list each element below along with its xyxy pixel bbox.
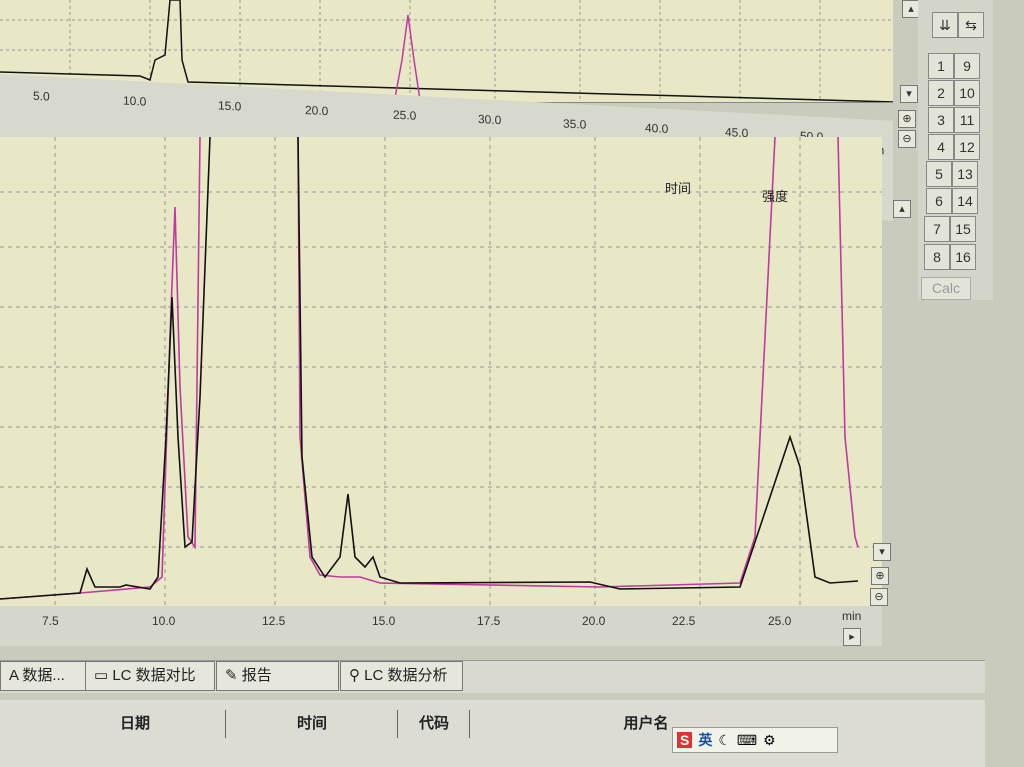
trace-button[interactable]: 3 — [928, 107, 954, 133]
report-icon: ✎ — [225, 667, 242, 684]
tab-label: LC 数据分析 — [364, 667, 448, 684]
main-x-axis: 7.5 10.0 12.5 15.0 17.5 20.0 22.5 25.0 m… — [0, 606, 882, 646]
overview-tick-label: 5.0 — [33, 89, 50, 104]
zoom-out-icon[interactable]: ⊖ — [870, 588, 888, 606]
main-tick-label: 12.5 — [262, 614, 286, 628]
moon-icon: ☾ — [718, 731, 731, 748]
trace-button[interactable]: 13 — [952, 161, 978, 187]
trace-button[interactable]: 1 — [928, 53, 954, 79]
trace-button[interactable]: 10 — [954, 80, 980, 106]
trace-button[interactable]: 11 — [954, 107, 980, 133]
settings-icon: ⚙ — [763, 731, 776, 748]
series-black — [0, 136, 859, 600]
tab-lc-compare[interactable]: ▭ LC 数据对比 — [85, 661, 215, 691]
scroll-down-button[interactable]: ▾ — [900, 85, 918, 103]
scroll-up-button[interactable]: ▴ — [893, 200, 911, 218]
overview-tick-label: 25.0 — [393, 108, 417, 123]
trace-button[interactable]: 15 — [950, 216, 976, 242]
trace-button[interactable]: 5 — [926, 161, 952, 187]
series-magenta — [0, 136, 859, 600]
overview-tick-label: 15.0 — [218, 98, 242, 113]
overview-tick-label: 30.0 — [478, 112, 502, 127]
column-date[interactable]: 日期 — [45, 710, 226, 738]
tab-label: 报告 — [241, 667, 272, 684]
trace-button[interactable]: 6 — [926, 188, 952, 214]
header-time-label: 时间 — [665, 181, 691, 196]
ime-toolbar[interactable]: S 英 ☾ ⌨ ⚙ — [672, 727, 838, 753]
scroll-down-button[interactable]: ▾ — [873, 543, 891, 561]
ime-language[interactable]: 英 — [698, 730, 712, 750]
chart-icon: ▭ — [94, 667, 113, 684]
main-tick-label: 17.5 — [477, 614, 501, 628]
trace-button[interactable]: 16 — [950, 244, 976, 270]
tab-bar: A 数据... ▭ LC 数据对比 ✎ 报告 ⚲ LC 数据分析 — [0, 660, 985, 693]
main-tick-label: 10.0 — [152, 614, 176, 628]
trace-button[interactable]: 12 — [954, 134, 980, 160]
main-tick-label: 20.0 — [582, 614, 606, 628]
header-intensity-label: 强度 — [762, 189, 788, 204]
overview-tick-label: 40.0 — [645, 121, 669, 136]
analysis-icon: ⚲ — [349, 667, 365, 684]
zoom-in-icon[interactable]: ⊕ — [871, 567, 889, 585]
calc-button[interactable]: Calc — [921, 277, 971, 300]
trace-button[interactable]: 14 — [952, 188, 978, 214]
main-tick-label: 15.0 — [372, 614, 396, 628]
trace-button[interactable]: 8 — [924, 244, 950, 270]
tab-lc-analysis[interactable]: ⚲ LC 数据分析 — [340, 661, 463, 691]
overview-tick-label: 35.0 — [563, 117, 587, 132]
swap-icon[interactable]: ⇆ — [958, 12, 984, 38]
overview-tick-label: 10.0 — [123, 93, 147, 108]
trace-button[interactable]: 9 — [954, 53, 980, 79]
sort-down-icon[interactable]: ⇊ — [932, 12, 958, 38]
main-tick-label: 25.0 — [768, 614, 792, 628]
main-tick-label: 22.5 — [672, 614, 696, 628]
column-time[interactable]: 时间 — [227, 710, 398, 738]
main-unit: min — [842, 609, 861, 623]
overview-tick-label: 20.0 — [305, 103, 329, 118]
trace-button[interactable]: 7 — [924, 216, 950, 242]
zoom-out-icon[interactable]: ⊖ — [898, 130, 916, 148]
keyboard-icon: ⌨ — [736, 731, 758, 748]
trace-button[interactable]: 4 — [928, 134, 954, 160]
column-code[interactable]: 代码 — [399, 710, 470, 738]
tab-data[interactable]: A 数据... — [0, 661, 86, 691]
sogou-icon: S — [677, 732, 693, 748]
main-tick-label: 7.5 — [42, 614, 59, 628]
trace-button[interactable]: 2 — [928, 80, 954, 106]
scroll-right-button[interactable]: ▸ — [843, 628, 861, 646]
tab-label: LC 数据对比 — [112, 667, 196, 684]
tab-report[interactable]: ✎ 报告 — [216, 661, 339, 691]
main-chromatogram: 时间 强度 — [0, 136, 882, 607]
main-plot: 时间 强度 — [0, 136, 882, 607]
zoom-in-icon[interactable]: ⊕ — [898, 110, 916, 128]
